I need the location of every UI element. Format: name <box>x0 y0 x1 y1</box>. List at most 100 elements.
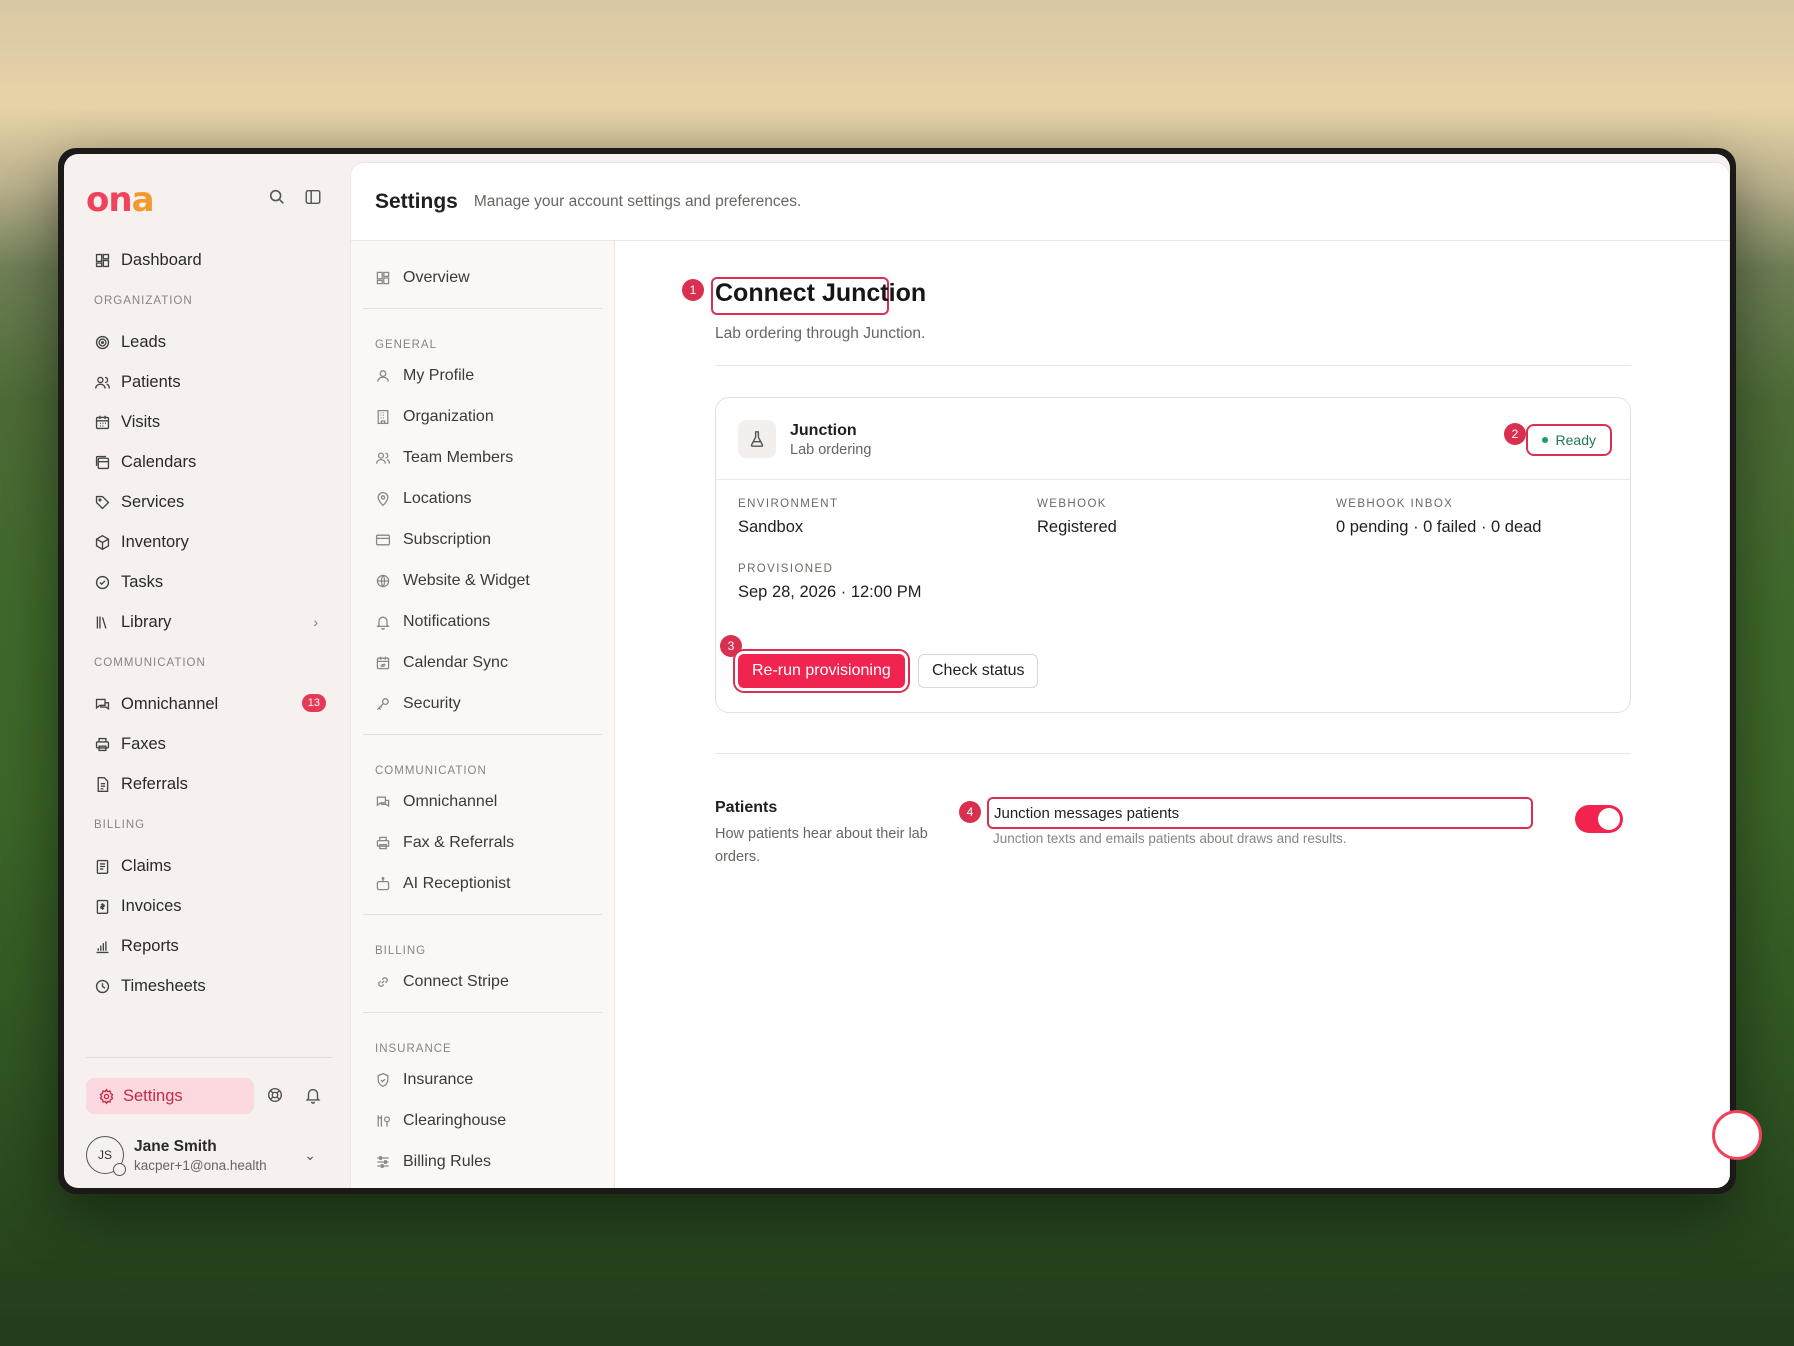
nav-faxes[interactable]: Faxes <box>86 724 326 764</box>
chat-icon <box>376 796 390 807</box>
rerun-provisioning-button[interactable]: Re-run provisioning <box>738 654 905 688</box>
subnav-overview[interactable]: Overview <box>351 257 614 298</box>
nav-library[interactable]: Library › <box>86 602 326 642</box>
dashboard-icon <box>95 253 110 267</box>
subnav-my-profile[interactable]: My Profile <box>351 355 614 396</box>
annotation-marker: 2 <box>1504 423 1526 445</box>
search-icon[interactable] <box>268 188 286 206</box>
nav-reports[interactable]: Reports <box>86 926 326 966</box>
nav-inventory[interactable]: Inventory <box>86 522 326 562</box>
nav-calendars[interactable]: Calendars <box>86 442 326 482</box>
toggle-knob <box>1598 808 1620 830</box>
status-clock-icon <box>113 1163 126 1176</box>
shield-icon <box>377 1072 389 1087</box>
box-icon <box>95 534 110 550</box>
settings-content: 1 Connect Junction Lab ordering through … <box>615 241 1729 1188</box>
user-icon <box>377 369 389 382</box>
subnav-section-label: COMMUNICATION <box>375 765 487 777</box>
nav-tasks[interactable]: Tasks <box>86 562 326 602</box>
link-icon <box>378 976 388 987</box>
webhook-field: WEBHOOK Registered <box>1037 498 1117 536</box>
section-label: BILLING <box>94 819 146 831</box>
page-title: Settings <box>375 189 458 213</box>
user-name: Jane Smith <box>134 1137 217 1155</box>
subnav-fax-referrals[interactable]: Fax & Referrals <box>351 822 614 863</box>
integration-subtitle: Lab ordering through Junction. <box>715 325 926 342</box>
clearinghouse-icon <box>377 1114 391 1127</box>
subnav-subscription[interactable]: Subscription <box>351 519 614 560</box>
subnav-locations[interactable]: Locations <box>351 478 614 519</box>
nav-label: Claims <box>121 856 172 875</box>
users-icon <box>375 452 391 464</box>
nav-omnichannel[interactable]: Omnichannel 13 <box>86 684 326 724</box>
ona-logo[interactable]: ona <box>86 180 155 220</box>
clipboard-icon <box>96 859 109 874</box>
subnav-divider <box>363 308 602 309</box>
junction-card: Junction Lab ordering 2 Ready ENVIRONMEN… <box>715 397 1631 713</box>
section-label: ORGANIZATION <box>94 295 193 307</box>
subnav-team-members[interactable]: Team Members <box>351 437 614 478</box>
calendar-grid-icon <box>95 415 110 429</box>
user-email: kacper+1@ona.health <box>134 1157 267 1173</box>
patients-section-title: Patients <box>715 799 778 816</box>
chat-launcher-button[interactable] <box>1712 1110 1762 1160</box>
junction-messages-toggle[interactable] <box>1575 805 1623 833</box>
annotation-marker: 3 <box>720 635 742 657</box>
nav-timesheets[interactable]: Timesheets <box>86 966 326 1006</box>
nav-dashboard[interactable]: Dashboard <box>86 240 326 280</box>
subnav-divider <box>363 734 602 735</box>
nav-services[interactable]: Services <box>86 482 326 522</box>
page-header: Settings Manage your account settings an… <box>351 163 1729 241</box>
nav-label: Settings <box>123 1086 183 1105</box>
nav-leads[interactable]: Leads <box>86 322 326 362</box>
subnav-calendar-sync[interactable]: Calendar Sync <box>351 642 614 683</box>
gear-icon <box>99 1087 114 1105</box>
globe-icon <box>376 574 390 587</box>
settings-subnav: Overview GENERAL My Profile Organization… <box>351 241 615 1188</box>
nav-claims[interactable]: Claims <box>86 846 326 886</box>
nav-label: Inventory <box>121 532 189 551</box>
subnav-organization[interactable]: Organization <box>351 396 614 437</box>
help-lifebuoy-icon[interactable] <box>266 1086 284 1104</box>
subnav-ai-receptionist[interactable]: AI Receptionist <box>351 863 614 904</box>
sidebar-toggle-icon[interactable] <box>304 188 322 206</box>
nav-invoices[interactable]: Invoices <box>86 886 326 926</box>
sliders-icon <box>377 1155 389 1168</box>
subnav-insurance[interactable]: Insurance <box>351 1059 614 1100</box>
status-dot <box>1541 437 1548 443</box>
user-menu[interactable]: JS Jane Smith kacper+1@ona.health ⌄ <box>86 1130 326 1180</box>
patients-section-description: How patients hear about their lab orders… <box>715 826 928 865</box>
check-circle-icon <box>95 575 110 589</box>
integration-description: Lab ordering <box>790 442 872 458</box>
nav-label: Reports <box>121 936 179 955</box>
credit-card-icon <box>375 534 391 545</box>
subnav-security[interactable]: Security <box>351 683 614 724</box>
chat-icon <box>95 698 110 710</box>
nav-label: Visits <box>121 412 161 431</box>
subnav-clearinghouse[interactable]: Clearinghouse <box>351 1100 614 1141</box>
users-icon <box>95 376 110 389</box>
nav-label: Tasks <box>121 572 164 591</box>
check-status-button[interactable]: Check status <box>918 654 1039 688</box>
robot-icon <box>376 876 390 890</box>
bell-icon <box>376 616 390 630</box>
nav-referrals[interactable]: Referrals <box>86 764 326 804</box>
subnav-notifications[interactable]: Notifications <box>351 601 614 642</box>
bell-icon[interactable] <box>304 1086 322 1104</box>
nav-visits[interactable]: Visits <box>86 402 326 442</box>
tag-icon <box>95 495 110 509</box>
printer-icon <box>95 737 110 751</box>
nav-settings[interactable]: Settings <box>86 1078 254 1114</box>
card-header: Junction Lab ordering 2 Ready <box>716 398 1630 480</box>
subnav-website-widget[interactable]: Website & Widget <box>351 560 614 601</box>
subnav-billing-rules[interactable]: Billing Rules <box>351 1141 614 1182</box>
nav-patients[interactable]: Patients <box>86 362 326 402</box>
nav-label: Calendars <box>121 452 197 471</box>
divider <box>715 753 1631 754</box>
subnav-connect-stripe[interactable]: Connect Stripe <box>351 961 614 1002</box>
provisioned-field: PROVISIONED Sep 28, 2026 · 12:00 PM <box>738 563 922 601</box>
nav-label: Services <box>121 492 185 511</box>
document-icon <box>97 776 109 792</box>
subnav-omnichannel[interactable]: Omnichannel <box>351 781 614 822</box>
target-icon <box>95 335 110 349</box>
